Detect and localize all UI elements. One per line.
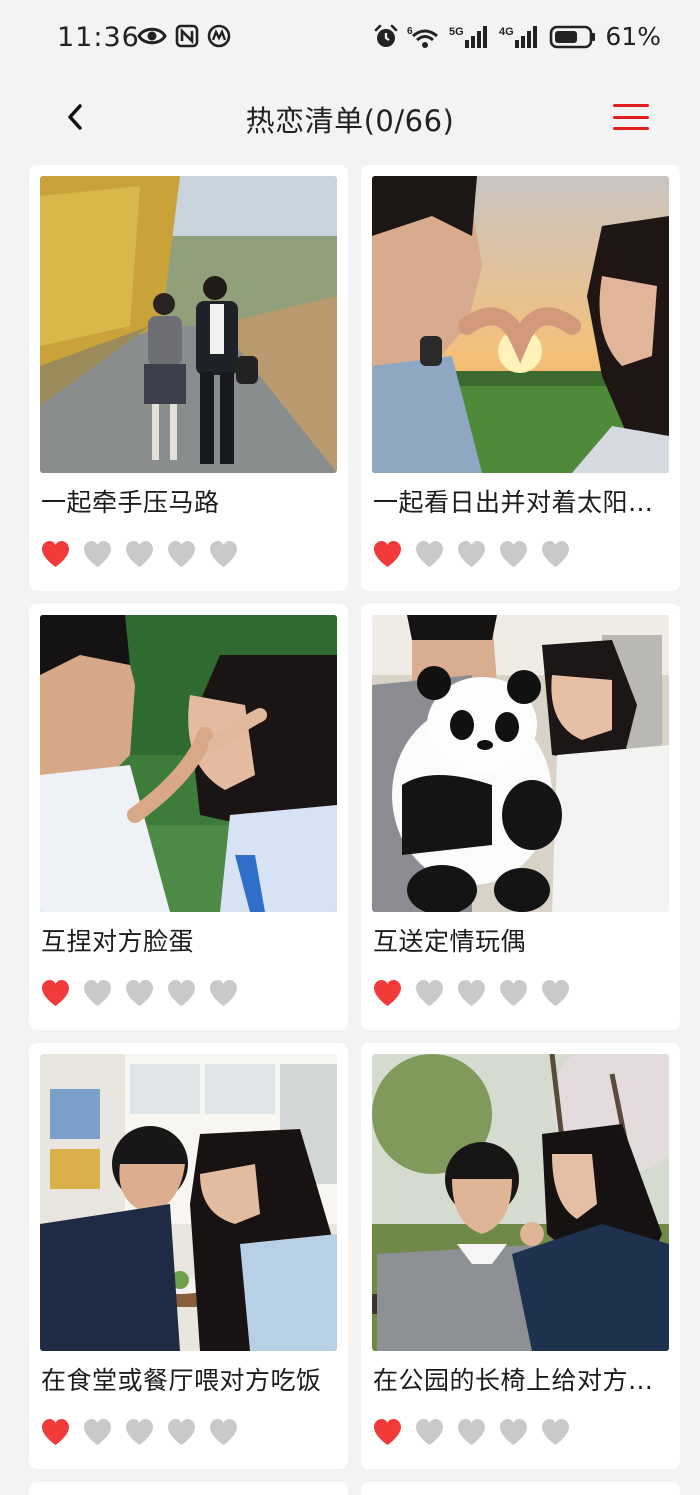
card-title: 互送定情玩偶: [373, 927, 527, 956]
heart-empty-icon[interactable]: [498, 978, 529, 1008]
heart-empty-icon[interactable]: [208, 978, 239, 1008]
nfc-icon: [175, 24, 199, 48]
card-photo: [40, 176, 337, 473]
card-photo: [40, 1054, 337, 1351]
card-title: 一起牵手压马路: [41, 488, 220, 517]
card-title: 一起看日出并对着太阳比心: [373, 488, 670, 517]
list-card[interactable]: 在公园的长椅上给对方捏肩: [361, 1043, 680, 1469]
card-title: 在食堂或餐厅喂对方吃饭: [41, 1366, 322, 1395]
heart-empty-icon[interactable]: [414, 539, 445, 569]
heart-empty-icon[interactable]: [124, 978, 155, 1008]
heart-empty-icon[interactable]: [540, 1417, 571, 1447]
signal-5g-icon: 5G: [449, 24, 491, 50]
card-photo: [372, 615, 669, 912]
heart-empty-icon[interactable]: [414, 1417, 445, 1447]
rating-hearts: [40, 1417, 239, 1447]
card-photo: [372, 176, 669, 473]
heart-empty-icon[interactable]: [456, 539, 487, 569]
rating-hearts: [40, 978, 239, 1008]
heart-empty-icon[interactable]: [498, 539, 529, 569]
list-card-partial[interactable]: [29, 1482, 348, 1495]
svg-text:6: 6: [407, 26, 413, 37]
status-time: 11:36: [57, 22, 140, 53]
rating-hearts: [40, 539, 239, 569]
wifi-icon: 6: [407, 24, 441, 50]
list-card[interactable]: 一起看日出并对着太阳比心: [361, 165, 680, 591]
screen: 11:36 6 5G 4G 61% 热恋清单(0/66) 一起牵手压马路 一起看…: [9, 0, 691, 1495]
heart-empty-icon[interactable]: [166, 978, 197, 1008]
heart-filled-icon[interactable]: [40, 1417, 71, 1447]
heart-empty-icon[interactable]: [166, 1417, 197, 1447]
card-title: 互捏对方脸蛋: [41, 927, 195, 956]
app-notification-icon: [207, 24, 231, 48]
title-bar: 热恋清单(0/66): [9, 86, 691, 148]
heart-empty-icon[interactable]: [456, 978, 487, 1008]
heart-empty-icon[interactable]: [124, 1417, 155, 1447]
list-card[interactable]: 互捏对方脸蛋: [29, 604, 348, 1030]
heart-filled-icon[interactable]: [372, 978, 403, 1008]
card-title: 在公园的长椅上给对方捏肩: [373, 1366, 670, 1395]
heart-empty-icon[interactable]: [82, 1417, 113, 1447]
heart-empty-icon[interactable]: [414, 978, 445, 1008]
heart-empty-icon[interactable]: [540, 978, 571, 1008]
heart-filled-icon[interactable]: [372, 539, 403, 569]
battery-percent: 61%: [605, 22, 661, 51]
list-card[interactable]: 一起牵手压马路: [29, 165, 348, 591]
heart-empty-icon[interactable]: [498, 1417, 529, 1447]
menu-button[interactable]: [609, 100, 653, 134]
list-card[interactable]: 互送定情玩偶: [361, 604, 680, 1030]
page-title: 热恋清单(0/66): [245, 104, 455, 138]
heart-empty-icon[interactable]: [540, 539, 571, 569]
rating-hearts: [372, 1417, 571, 1447]
card-photo: [40, 615, 337, 912]
heart-filled-icon[interactable]: [40, 978, 71, 1008]
heart-empty-icon[interactable]: [124, 539, 155, 569]
status-bar: 11:36 6 5G 4G 61%: [9, 0, 691, 76]
heart-empty-icon[interactable]: [208, 539, 239, 569]
list-card-partial[interactable]: [361, 1482, 680, 1495]
list-card[interactable]: 在食堂或餐厅喂对方吃饭: [29, 1043, 348, 1469]
svg-text:4G: 4G: [499, 26, 514, 38]
signal-4g-icon: 4G: [499, 24, 541, 50]
heart-empty-icon[interactable]: [166, 539, 197, 569]
svg-text:5G: 5G: [449, 26, 464, 38]
rating-hearts: [372, 978, 571, 1008]
heart-filled-icon[interactable]: [40, 539, 71, 569]
hamburger-menu-icon: [613, 104, 649, 107]
rating-hearts: [372, 539, 571, 569]
battery-icon: [549, 24, 597, 50]
heart-empty-icon[interactable]: [456, 1417, 487, 1447]
heart-empty-icon[interactable]: [82, 539, 113, 569]
card-photo: [372, 1054, 669, 1351]
eye-icon: [137, 25, 167, 47]
heart-empty-icon[interactable]: [82, 978, 113, 1008]
alarm-icon: [373, 24, 399, 50]
heart-empty-icon[interactable]: [208, 1417, 239, 1447]
heart-filled-icon[interactable]: [372, 1417, 403, 1447]
